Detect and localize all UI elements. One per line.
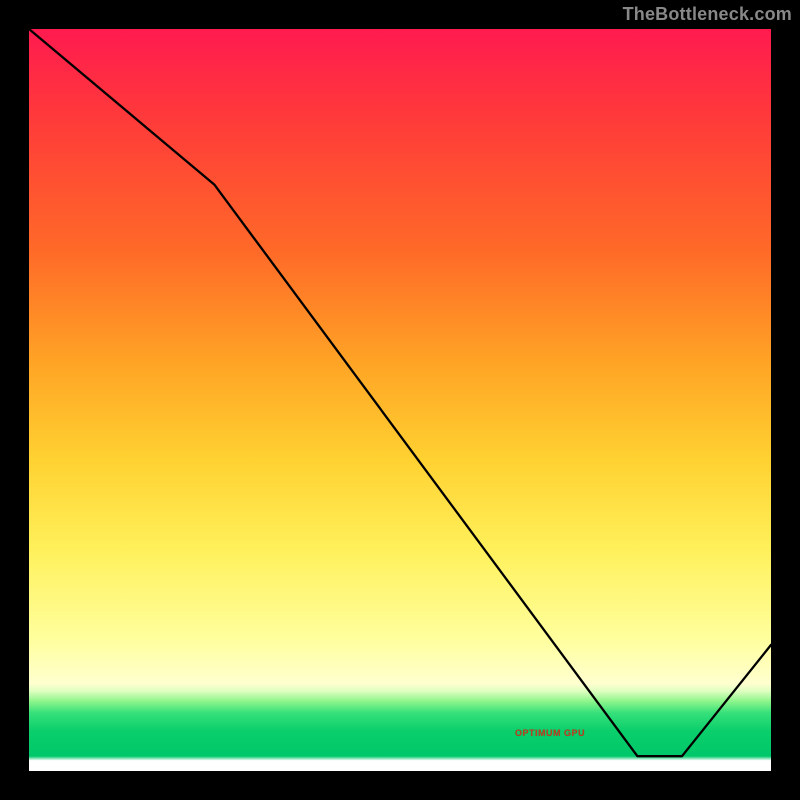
chart-gradient-background bbox=[29, 29, 771, 771]
optimum-marker-label: OPTIMUM GPU bbox=[215, 728, 585, 738]
attribution-text: TheBottleneck.com bbox=[623, 4, 792, 25]
chart-frame: TheBottleneck.com OPTIMUM GPU bbox=[0, 0, 800, 800]
optimum-marker-row: OPTIMUM GPU bbox=[0, 723, 800, 741]
